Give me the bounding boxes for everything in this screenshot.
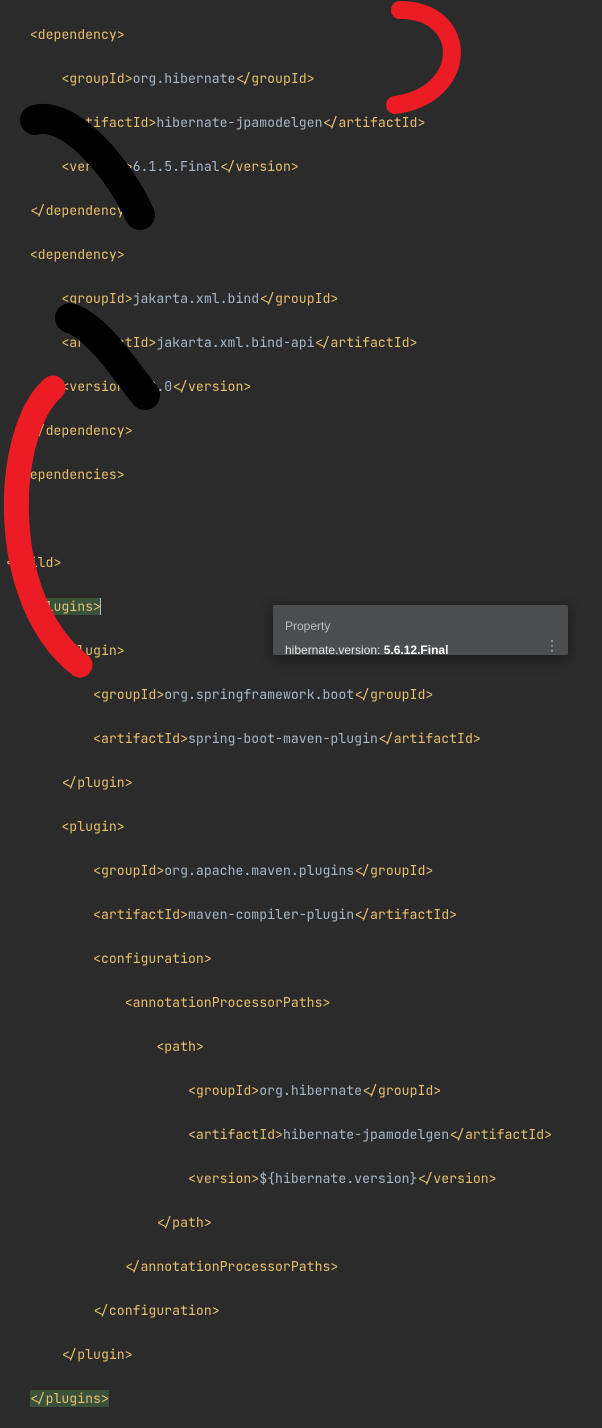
code-line: <configuration> (6, 948, 602, 970)
code-line: <build> (6, 552, 602, 574)
code-line (6, 508, 602, 530)
code-line: <version>${hibernate.version}</version> (6, 1168, 602, 1190)
code-line: </plugin> (6, 1344, 602, 1366)
more-icon[interactable]: ⋮ (545, 641, 560, 649)
code-line: <groupId>jakarta.xml.bind</groupId> (6, 288, 602, 310)
code-line: </dependencies> (6, 464, 602, 486)
code-line: <artifactId>spring-boot-maven-plugin</ar… (6, 728, 602, 750)
code-line: </configuration> (6, 1300, 602, 1322)
code-line: <groupId>org.hibernate</groupId> (6, 1080, 602, 1102)
code-line: </plugin> (6, 772, 602, 794)
code-line: <artifactId>hibernate-jpamodelgen</artif… (6, 1124, 602, 1146)
code-line: <artifactId>hibernate-jpamodelgen</artif… (6, 112, 602, 134)
code-line: <groupId>org.springframework.boot</group… (6, 684, 602, 706)
code-line: <dependency> (6, 24, 602, 46)
tooltip-title: Property (285, 615, 556, 637)
code-line: </dependency> (6, 420, 602, 442)
code-line: <version>6.1.5.Final</version> (6, 156, 602, 178)
code-line: <path> (6, 1036, 602, 1058)
code-line: </annotationProcessorPaths> (6, 1256, 602, 1278)
code-line: </plugins> (6, 1388, 602, 1410)
tooltip-value: hibernate.version: 5.6.12.Final (285, 639, 556, 661)
code-line: <artifactId>jakarta.xml.bind-api</artifa… (6, 332, 602, 354)
editor-area[interactable]: <dependency> <groupId>org.hibernate</gro… (0, 0, 602, 1428)
code-line: <plugin> (6, 816, 602, 838)
code-line: <groupId>org.apache.maven.plugins</group… (6, 860, 602, 882)
code-line: <version>4.0.0</version> (6, 376, 602, 398)
code-line: </path> (6, 1212, 602, 1234)
code-line: <dependency> (6, 244, 602, 266)
property-tooltip: Property hibernate.version: 5.6.12.Final… (273, 605, 568, 655)
code-line: <annotationProcessorPaths> (6, 992, 602, 1014)
code-line: <groupId>org.hibernate</groupId> (6, 68, 602, 90)
code-line: </dependency> (6, 200, 602, 222)
code-line: <artifactId>maven-compiler-plugin</artif… (6, 904, 602, 926)
